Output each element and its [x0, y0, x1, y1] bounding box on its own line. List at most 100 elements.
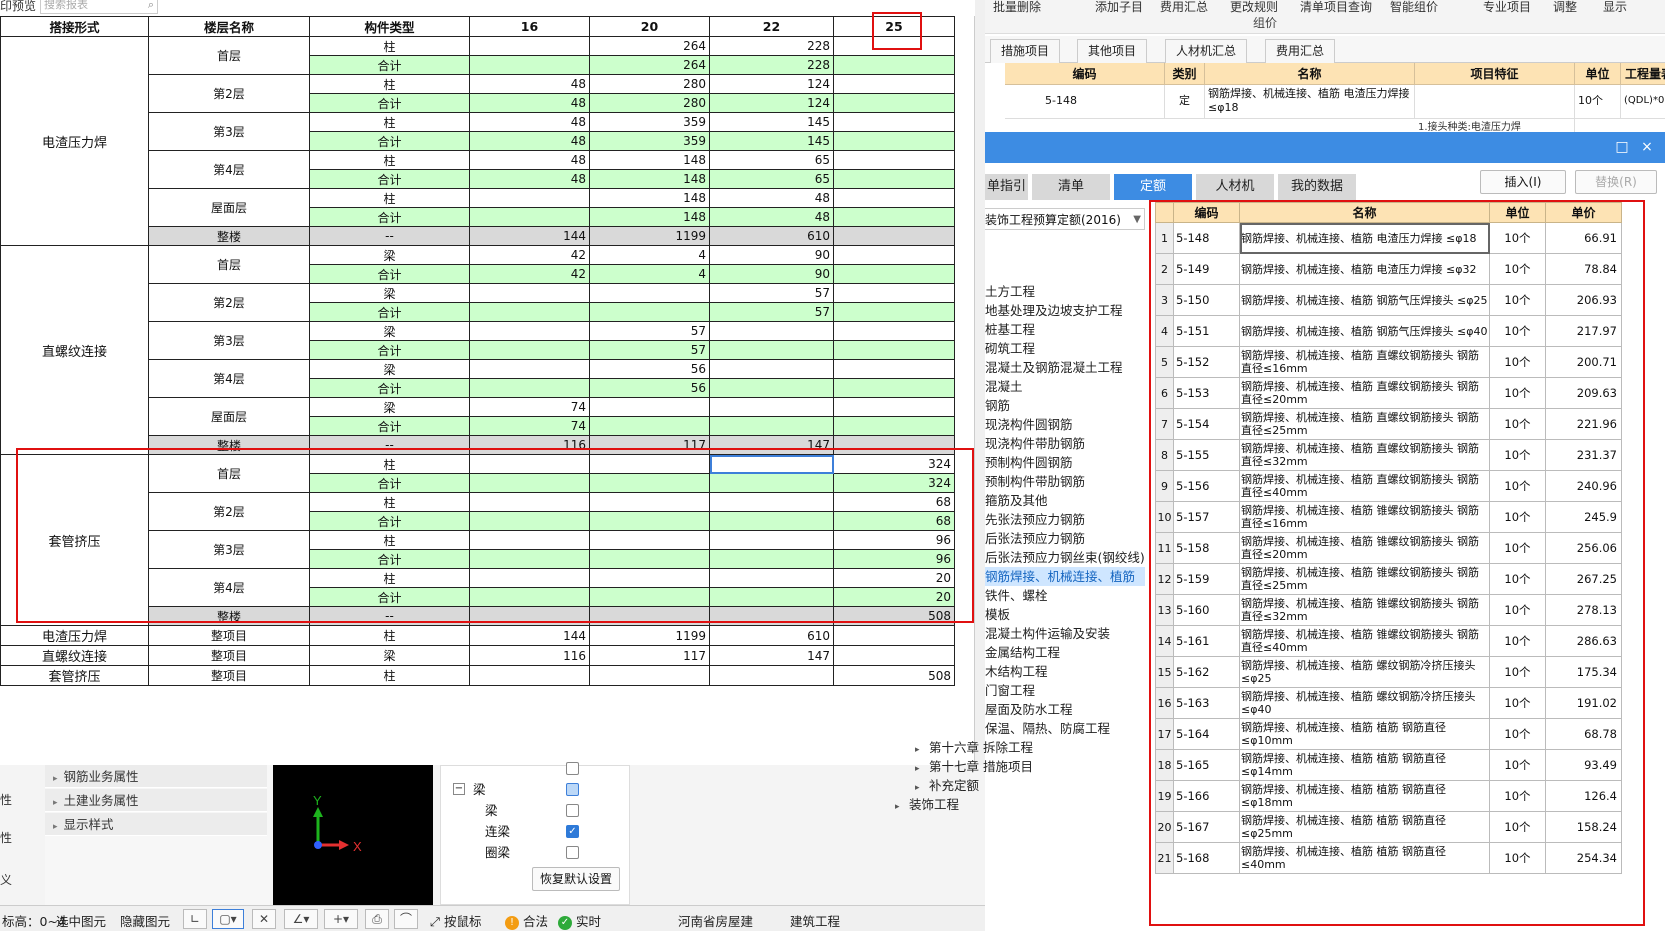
- cell-d20[interactable]: 148: [589, 188, 710, 208]
- tree-node[interactable]: ▸ 装饰工程: [895, 795, 959, 814]
- quota-price[interactable]: 221.96: [1545, 408, 1622, 440]
- tree-node[interactable]: 混凝土: [985, 377, 1023, 396]
- ribbon-smart-pricing[interactable]: 智能组价: [1390, 0, 1438, 15]
- cell-d16[interactable]: [469, 530, 590, 550]
- quota-price[interactable]: 206.93: [1545, 284, 1622, 316]
- quota-code[interactable]: 5-156: [1173, 470, 1240, 502]
- cell-d20[interactable]: 4: [589, 264, 710, 284]
- realtime-status[interactable]: ✓ 实时: [558, 911, 601, 930]
- layer-row[interactable]: 梁: [441, 800, 629, 821]
- quota-unit[interactable]: 10个: [1489, 284, 1546, 316]
- quota-row[interactable]: 20 5-167 钢筋焊接、机械连接、植筋 植筋 钢筋直径 ≤φ25mm 10个 158…: [1155, 811, 1622, 843]
- row-feature[interactable]: [1415, 85, 1575, 119]
- tree-node[interactable]: 预制构件圆钢筋: [985, 453, 1073, 472]
- hide-label[interactable]: 隐藏图元: [120, 911, 170, 930]
- cell-d20[interactable]: 117: [589, 645, 710, 666]
- prop-rebar[interactable]: ▸ 钢筋业务属性: [45, 765, 267, 788]
- quota-unit[interactable]: 10个: [1489, 501, 1546, 533]
- cell-d22[interactable]: 610: [709, 625, 834, 646]
- cell-d25[interactable]: [833, 435, 955, 455]
- cell-d25[interactable]: [833, 74, 955, 94]
- quota-row[interactable]: 10 5-157 钢筋焊接、机械连接、植筋 锥螺纹钢筋接头 钢筋直径≤16mm 10个…: [1155, 501, 1622, 533]
- cell-d16[interactable]: [469, 359, 590, 379]
- cell-d22[interactable]: 48: [709, 207, 834, 227]
- layer-row[interactable]: 连梁 ✓: [441, 821, 629, 842]
- cell-d16[interactable]: 116: [469, 645, 590, 666]
- quota-row[interactable]: 13 5-160 钢筋焊接、机械连接、植筋 锥螺纹钢筋接头 钢筋直径≤32mm 10个…: [1155, 594, 1622, 626]
- quota-price[interactable]: 66.91: [1545, 222, 1622, 254]
- angle-icon[interactable]: ∠▾: [284, 909, 318, 929]
- cell-d25[interactable]: [833, 150, 955, 170]
- quota-code[interactable]: 5-164: [1173, 718, 1240, 750]
- quota-price[interactable]: 78.84: [1545, 253, 1622, 285]
- quota-row[interactable]: 12 5-159 钢筋焊接、机械连接、植筋 锥螺纹钢筋接头 钢筋直径≤25mm 10个…: [1155, 563, 1622, 595]
- quota-name[interactable]: 钢筋焊接、机械连接、植筋 植筋 钢筋直径 ≤φ14mm: [1239, 749, 1490, 781]
- ribbon-batch-delete[interactable]: 批量删除: [993, 0, 1041, 15]
- cell-d25[interactable]: 508: [833, 665, 955, 686]
- cell-d20[interactable]: 359: [589, 131, 710, 151]
- cell-d20[interactable]: 117: [589, 435, 710, 455]
- cell-d22[interactable]: [709, 511, 834, 531]
- cell-d20[interactable]: 57: [589, 340, 710, 360]
- quota-name[interactable]: 钢筋焊接、机械连接、植筋 钢筋气压焊接头 ≤φ25: [1239, 284, 1490, 316]
- quota-name[interactable]: 钢筋焊接、机械连接、植筋 锥螺纹钢筋接头 钢筋直径≤20mm: [1239, 532, 1490, 564]
- cell-d16[interactable]: [469, 587, 590, 607]
- tree-node[interactable]: 模板: [985, 605, 1010, 624]
- tree-node[interactable]: 土方工程: [985, 282, 1035, 301]
- quota-unit[interactable]: 10个: [1489, 377, 1546, 409]
- cell-d20[interactable]: [589, 416, 710, 436]
- cell-d25[interactable]: 20: [833, 587, 955, 607]
- cell-d20[interactable]: 148: [589, 207, 710, 227]
- cell-d16[interactable]: [469, 188, 590, 208]
- quota-unit[interactable]: 10个: [1489, 594, 1546, 626]
- cell-d22[interactable]: [709, 473, 834, 493]
- cell-d20[interactable]: [589, 454, 710, 474]
- cell-d25[interactable]: 96: [833, 530, 955, 550]
- cell-d16[interactable]: 42: [469, 245, 590, 265]
- cell-d16[interactable]: [469, 492, 590, 512]
- quota-name[interactable]: 钢筋焊接、机械连接、植筋 螺纹钢筋冷挤压接头 ≤φ40: [1239, 687, 1490, 719]
- cell-d20[interactable]: [589, 511, 710, 531]
- quota-row[interactable]: 15 5-162 钢筋焊接、机械连接、植筋 螺纹钢筋冷挤压接头 ≤φ25 10个 175…: [1155, 656, 1622, 688]
- cell-d25[interactable]: [833, 359, 955, 379]
- tree-node[interactable]: ▸ 第十六章 拆除工程: [915, 738, 1033, 757]
- tree-node[interactable]: 保温、隔热、防腐工程: [985, 719, 1110, 738]
- rect-select-icon[interactable]: ▢▾: [212, 909, 244, 929]
- tree-node[interactable]: 木结构工程: [985, 662, 1048, 681]
- quota-price[interactable]: 200.71: [1545, 346, 1622, 378]
- ribbon-cost-summary[interactable]: 费用汇总: [1160, 0, 1208, 15]
- cell-d25[interactable]: 20: [833, 568, 955, 588]
- cell-d25[interactable]: [833, 55, 955, 75]
- quota-row[interactable]: 7 5-154 钢筋焊接、机械连接、植筋 直螺纹钢筋接头 钢筋直径≤25mm 10个 2…: [1155, 408, 1622, 440]
- quota-unit[interactable]: 10个: [1489, 749, 1546, 781]
- layer-checkbox[interactable]: [566, 762, 579, 775]
- cell-d22[interactable]: 145: [709, 112, 834, 132]
- cell-d16[interactable]: 74: [469, 397, 590, 417]
- quota-code[interactable]: 5-153: [1173, 377, 1240, 409]
- cell-d22[interactable]: [709, 606, 834, 626]
- cell-d16[interactable]: [469, 665, 590, 686]
- cell-d16[interactable]: 48: [469, 169, 590, 189]
- quota-unit[interactable]: 10个: [1489, 222, 1546, 254]
- cell-d25[interactable]: [833, 207, 955, 227]
- cell-d16[interactable]: [469, 473, 590, 493]
- quota-unit[interactable]: 10个: [1489, 811, 1546, 843]
- cell-d16[interactable]: [469, 302, 590, 322]
- quota-name[interactable]: 钢筋焊接、机械连接、植筋 锥螺纹钢筋接头 钢筋直径≤25mm: [1239, 563, 1490, 595]
- cell-d25[interactable]: 324: [833, 454, 955, 474]
- cell-d16[interactable]: [469, 340, 590, 360]
- cell-d20[interactable]: [589, 530, 710, 550]
- cell-d20[interactable]: 148: [589, 150, 710, 170]
- quota-name[interactable]: 钢筋焊接、机械连接、植筋 植筋 钢筋直径 ≤φ10mm: [1239, 718, 1490, 750]
- quota-row[interactable]: 2 5-149 钢筋焊接、机械连接、植筋 电渣压力焊接 ≤φ32 10个 78.84: [1155, 253, 1622, 285]
- layer-row[interactable]: − 梁: [441, 779, 629, 800]
- cell-d25[interactable]: [833, 245, 955, 265]
- quota-row[interactable]: 21 5-168 钢筋焊接、机械连接、植筋 植筋 钢筋直径 ≤40mm 10个 254.…: [1155, 842, 1622, 874]
- tree-node[interactable]: 钢筋焊接、机械连接、植筋: [985, 567, 1145, 586]
- cell-d20[interactable]: [589, 568, 710, 588]
- cell-d16[interactable]: [469, 378, 590, 398]
- quota-code[interactable]: 5-165: [1173, 749, 1240, 781]
- cell-d25[interactable]: 508: [833, 606, 955, 626]
- quota-unit[interactable]: 10个: [1489, 842, 1546, 874]
- cell-d22[interactable]: [709, 492, 834, 512]
